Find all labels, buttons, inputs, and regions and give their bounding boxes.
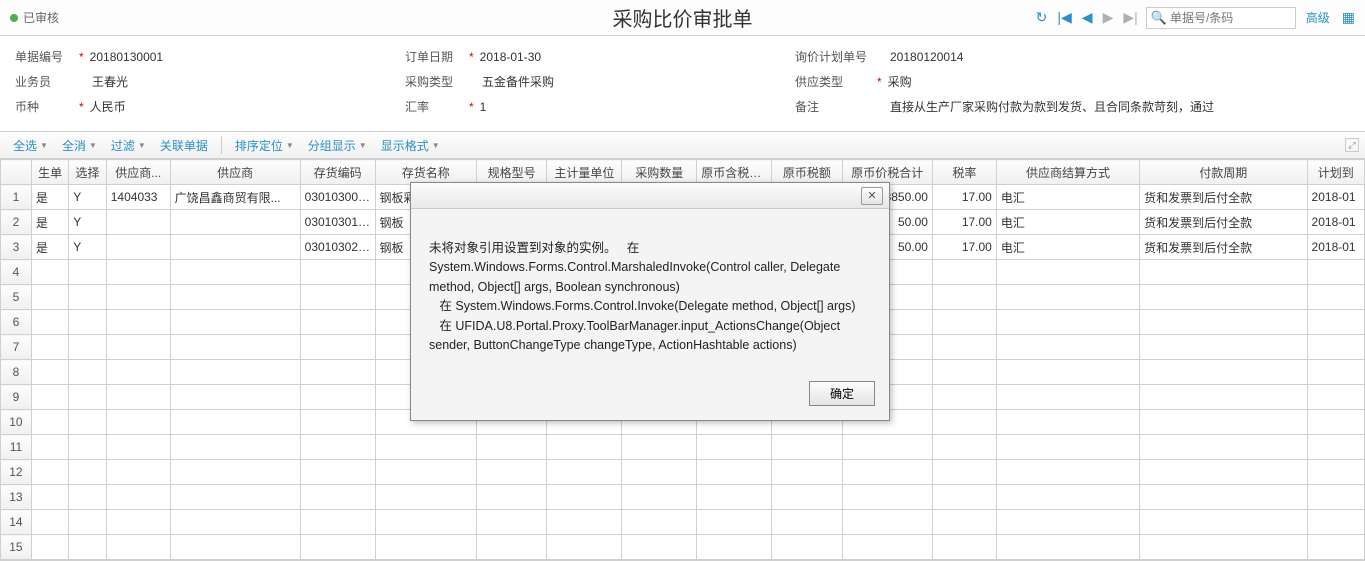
doc-no-label: 单据编号 bbox=[15, 48, 77, 65]
col-supcode[interactable]: 供应商... bbox=[106, 160, 170, 185]
ok-button[interactable]: 确定 bbox=[809, 381, 875, 406]
attachment-icon: 📎 bbox=[368, 217, 375, 229]
select-none-button[interactable]: 全消▼ bbox=[57, 137, 102, 154]
select-all-button[interactable]: 全选▼ bbox=[8, 137, 53, 154]
col-tax[interactable]: 原币税额 bbox=[772, 160, 843, 185]
dialog-titlebar: ✕ bbox=[411, 183, 889, 209]
supply-type-label: 供应类型 bbox=[795, 73, 875, 90]
title-right-tools: ↻ |◀ ◀ ▶ ▶| 🔍 高级 ▦ bbox=[1034, 7, 1355, 29]
col-spec[interactable]: 规格型号 bbox=[476, 160, 547, 185]
status-dot-icon bbox=[10, 14, 18, 22]
form-panel: 单据编号* 20180130001 订单日期* 2018-01-30 询价计划单… bbox=[0, 36, 1365, 131]
refresh-icon[interactable]: ↻ bbox=[1034, 9, 1050, 26]
rate-label: 汇率 bbox=[405, 98, 467, 115]
doc-no-value: 20180130001 bbox=[90, 50, 163, 64]
col-rate[interactable]: 税率 bbox=[932, 160, 996, 185]
salesman-label: 业务员 bbox=[15, 73, 77, 90]
col-pay[interactable]: 供应商结算方式 bbox=[996, 160, 1139, 185]
status-label: 已审核 bbox=[23, 9, 59, 26]
nav-last-icon[interactable]: ▶| bbox=[1121, 9, 1139, 26]
col-plan[interactable]: 计划到 bbox=[1307, 160, 1364, 185]
col-cycle[interactable]: 付款周期 bbox=[1140, 160, 1307, 185]
search-input[interactable] bbox=[1170, 11, 1291, 25]
col-sup[interactable]: 供应商 bbox=[170, 160, 300, 185]
table-row[interactable]: 11 bbox=[1, 435, 1365, 460]
advanced-link[interactable]: 高级 bbox=[1306, 9, 1330, 26]
table-row[interactable]: 14 bbox=[1, 510, 1365, 535]
related-doc-button[interactable]: 关联单据 bbox=[155, 137, 213, 154]
attachment-icon: 📎 bbox=[368, 192, 375, 204]
expand-icon[interactable]: ⤢ bbox=[1345, 138, 1359, 152]
dialog-message: 未将对象引用设置到对象的实例。 在 System.Windows.Forms.C… bbox=[411, 209, 889, 373]
filter-button[interactable]: 过滤▼ bbox=[106, 137, 151, 154]
remarks-label: 备注 bbox=[795, 98, 875, 115]
grid-header-row: 生单 选择 供应商... 供应商 存货编码 存货名称 规格型号 主计量单位 采购… bbox=[1, 160, 1365, 185]
layout-icon[interactable]: ▦ bbox=[1342, 9, 1355, 26]
purchase-type-label: 采购类型 bbox=[405, 73, 467, 90]
col-sd[interactable]: 生单 bbox=[31, 160, 68, 185]
col-qty[interactable]: 采购数量 bbox=[622, 160, 697, 185]
order-date-label: 订单日期 bbox=[405, 48, 467, 65]
error-dialog: ✕ 未将对象引用设置到对象的实例。 在 System.Windows.Forms… bbox=[410, 182, 890, 421]
close-button[interactable]: ✕ bbox=[861, 187, 883, 205]
attachment-icon: 📎 bbox=[368, 242, 375, 254]
grid-toolbar: 全选▼ 全消▼ 过滤▼ 关联单据 排序定位▼ 分组显示▼ 显示格式▼ ⤢ bbox=[0, 131, 1365, 159]
col-rownum[interactable] bbox=[1, 160, 32, 185]
group-display-button[interactable]: 分组显示▼ bbox=[303, 137, 372, 154]
currency-label: 币种 bbox=[15, 98, 77, 115]
search-icon: 🔍 bbox=[1151, 10, 1167, 26]
search-box[interactable]: 🔍 bbox=[1146, 7, 1296, 29]
order-date-value: 2018-01-30 bbox=[480, 50, 541, 64]
inquiry-no-label: 询价计划单号 bbox=[795, 48, 875, 65]
title-bar: 已审核 采购比价审批单 ↻ |◀ ◀ ▶ ▶| 🔍 高级 ▦ bbox=[0, 0, 1365, 36]
close-icon: ✕ bbox=[867, 189, 876, 202]
purchase-type-value: 五金备件采购 bbox=[482, 73, 554, 90]
nav-prev-icon[interactable]: ◀ bbox=[1080, 9, 1095, 26]
page-title: 采购比价审批单 bbox=[613, 3, 753, 32]
inquiry-no-value: 20180120014 bbox=[890, 50, 963, 64]
col-price[interactable]: 原币含税单... bbox=[697, 160, 772, 185]
nav-first-icon[interactable]: |◀ bbox=[1055, 9, 1073, 26]
col-unit[interactable]: 主计量单位 bbox=[547, 160, 622, 185]
sort-locate-button[interactable]: 排序定位▼ bbox=[230, 137, 299, 154]
table-row[interactable]: 12 bbox=[1, 460, 1365, 485]
rate-value: 1 bbox=[480, 100, 487, 114]
col-sum[interactable]: 原币价税合计 bbox=[842, 160, 932, 185]
display-format-button[interactable]: 显示格式▼ bbox=[376, 137, 445, 154]
col-sel[interactable]: 选择 bbox=[69, 160, 106, 185]
table-row[interactable]: 13 bbox=[1, 485, 1365, 510]
supply-type-value: 采购 bbox=[888, 73, 912, 90]
currency-value: 人民币 bbox=[90, 98, 126, 115]
nav-next-icon[interactable]: ▶ bbox=[1101, 9, 1116, 26]
salesman-value: 王春光 bbox=[92, 73, 128, 90]
col-invcode[interactable]: 存货编码 bbox=[300, 160, 375, 185]
remarks-value: 直接从生产厂家采购付款为款到发货、且合同条款苛刻，通过 bbox=[890, 98, 1214, 115]
col-invname[interactable]: 存货名称 bbox=[375, 160, 476, 185]
